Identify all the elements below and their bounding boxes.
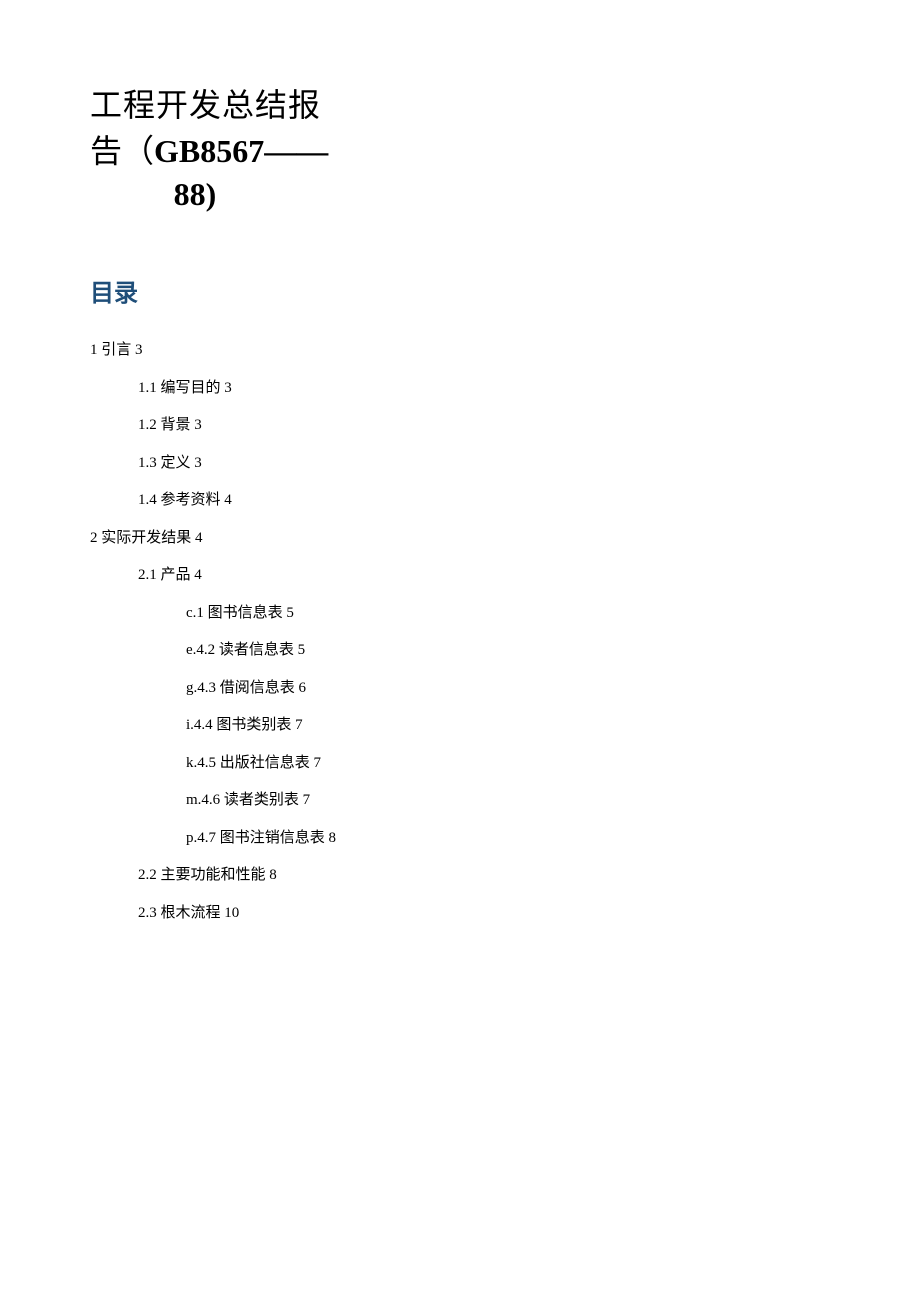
title-line-2b: GB8567—— [154, 133, 328, 169]
toc-entry: 2.1 产品 4 [138, 557, 830, 595]
toc-heading: 目录 [90, 273, 830, 308]
document-title: 工程开发总结报 告（GB8567—— 88) [90, 80, 830, 213]
toc-entry: g.4.3 借阅信息表 6 [186, 670, 830, 708]
toc-entry: 1.4 参考资料 4 [138, 482, 830, 520]
toc-entry: 2.2 主要功能和性能 8 [138, 857, 830, 895]
toc-entry: 1.1 编写目的 3 [138, 370, 830, 408]
toc-entry: k.4.5 出版社信息表 7 [186, 745, 830, 783]
title-line-2: 告（GB8567—— [90, 126, 830, 172]
toc-entry: 2 实际开发结果 4 [90, 520, 830, 558]
title-line-1: 工程开发总结报 [90, 80, 830, 126]
toc-entry: i.4.4 图书类别表 7 [186, 707, 830, 745]
title-line-2a: 告（ [90, 133, 154, 169]
toc-entry: 2.3 根木流程 10 [138, 895, 830, 933]
toc-entry: p.4.7 图书注销信息表 8 [186, 820, 830, 858]
document-page: 工程开发总结报 告（GB8567—— 88) 目录 1 引言 31.1 编写目的… [0, 0, 920, 932]
toc-entry: c.1 图书信息表 5 [186, 595, 830, 633]
toc-entry: e.4.2 读者信息表 5 [186, 632, 830, 670]
toc-entry: 1 引言 3 [90, 332, 830, 370]
toc-entry: m.4.6 读者类别表 7 [186, 782, 830, 820]
table-of-contents: 1 引言 31.1 编写目的 31.2 背景 31.3 定义 31.4 参考资料… [90, 332, 830, 932]
title-line-3: 88) [90, 176, 300, 213]
toc-entry: 1.2 背景 3 [138, 407, 830, 445]
toc-entry: 1.3 定义 3 [138, 445, 830, 483]
